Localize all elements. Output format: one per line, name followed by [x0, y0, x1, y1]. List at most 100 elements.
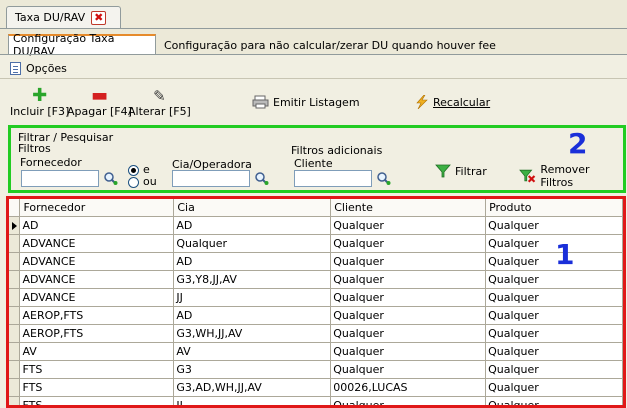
edit-icon: ✎ — [153, 87, 166, 105]
radio-ou[interactable] — [128, 177, 139, 188]
cell-cliente[interactable]: Qualquer — [330, 324, 487, 343]
cell-produto[interactable]: Qualquer — [485, 216, 623, 235]
cell-cia[interactable]: G3 — [173, 360, 332, 379]
alterar-button[interactable]: ✎ Alterar [F5] — [128, 87, 191, 118]
filtros-adicionais-label: Filtros adicionais — [291, 144, 383, 157]
row-indicator — [9, 252, 21, 271]
table-row[interactable]: ADVANCE Qualquer Qualquer Qualquer — [9, 234, 623, 253]
cell-fornecedor[interactable]: ADVANCE — [19, 234, 175, 253]
cliente-input[interactable] — [294, 170, 372, 187]
row-indicator — [9, 234, 21, 253]
cell-cia[interactable]: JJ — [173, 396, 332, 405]
tab-label: Configuração para não calcular/zerar DU … — [164, 38, 496, 52]
cell-produto[interactable]: Qualquer — [485, 270, 623, 289]
table-row[interactable]: AV AV Qualquer Qualquer — [9, 342, 623, 361]
incluir-button[interactable]: ✚ Incluir [F3] — [10, 85, 69, 119]
cell-fornecedor[interactable]: AV — [19, 342, 175, 361]
cell-cia[interactable]: AD — [173, 306, 332, 325]
cell-cliente[interactable]: Qualquer — [330, 234, 487, 253]
cell-cliente[interactable]: 00026,LUCAS — [330, 378, 487, 397]
cell-produto[interactable]: Qualquer — [485, 306, 623, 325]
apagar-button[interactable]: ▬ Apagar [F4] — [67, 87, 132, 119]
radio-e[interactable] — [128, 165, 139, 176]
cell-cia[interactable]: G3,WH,JJ,AV — [173, 324, 332, 343]
table-row[interactable]: ADVANCE JJ Qualquer Qualquer — [9, 288, 623, 307]
cell-produto[interactable]: Qualquer — [485, 396, 623, 405]
row-indicator — [9, 288, 21, 307]
cell-fornecedor[interactable]: AEROP,FTS — [19, 306, 175, 325]
emitir-listagem-button[interactable]: Emitir Listagem — [252, 95, 360, 109]
window-tab[interactable]: Taxa DU/RAV ✖ — [6, 6, 121, 28]
annotation-number-2: 2 — [568, 127, 588, 160]
cell-fornecedor[interactable]: FTS — [19, 378, 175, 397]
cell-cia[interactable]: AV — [173, 342, 332, 361]
cell-cliente[interactable]: Qualquer — [330, 216, 487, 235]
plus-icon: ✚ — [32, 85, 48, 106]
column-header-produto[interactable]: Produto — [485, 199, 623, 217]
cell-fornecedor[interactable]: AEROP,FTS — [19, 324, 175, 343]
filtros-label: Filtros — [18, 142, 51, 155]
cell-fornecedor[interactable]: ADVANCE — [19, 252, 175, 271]
remover-filtros-button[interactable]: Remover Filtros — [519, 163, 623, 189]
cell-cliente[interactable]: Qualquer — [330, 252, 487, 271]
cell-produto[interactable]: Qualquer — [485, 342, 623, 361]
column-header-cia[interactable]: Cia — [173, 199, 332, 217]
column-header-cliente[interactable]: Cliente — [330, 199, 487, 217]
search-icon[interactable] — [103, 171, 119, 187]
results-table: Fornecedor Cia Cliente Produto AD AD Qua… — [9, 199, 623, 405]
table-row[interactable]: FTS G3,AD,WH,JJ,AV 00026,LUCAS Qualquer — [9, 378, 623, 397]
apagar-label: Apagar [F4] — [67, 105, 132, 118]
cell-cia[interactable]: G3,Y8,JJ,AV — [173, 270, 332, 289]
filtrar-button[interactable]: Filtrar — [435, 163, 487, 179]
cell-fornecedor[interactable]: ADVANCE — [19, 270, 175, 289]
recalcular-button[interactable]: Recalcular — [414, 95, 490, 109]
funnel-icon — [435, 164, 451, 178]
column-header-fornecedor[interactable]: Fornecedor — [19, 199, 175, 217]
cell-cliente[interactable]: Qualquer — [330, 360, 487, 379]
table-row[interactable]: AD AD Qualquer Qualquer — [9, 216, 623, 235]
cell-cia[interactable]: Qualquer — [173, 234, 332, 253]
cell-cliente[interactable]: Qualquer — [330, 342, 487, 361]
cell-fornecedor[interactable]: ADVANCE — [19, 288, 175, 307]
cell-produto[interactable]: Qualquer — [485, 360, 623, 379]
tab-configuracao-taxa[interactable]: Configuração Taxa DU/RAV — [8, 32, 156, 58]
cell-cliente[interactable]: Qualquer — [330, 396, 487, 405]
cia-input[interactable] — [172, 170, 250, 187]
filtrar-label: Filtrar — [455, 164, 487, 178]
results-grid: Fornecedor Cia Cliente Produto AD AD Qua… — [6, 196, 626, 408]
cell-cliente[interactable]: Qualquer — [330, 306, 487, 325]
cell-fornecedor[interactable]: AD — [19, 216, 175, 235]
inner-tab-divider — [0, 54, 627, 55]
row-indicator — [9, 324, 21, 343]
cell-cia[interactable]: G3,AD,WH,JJ,AV — [173, 378, 332, 397]
lightning-icon — [416, 95, 428, 109]
table-row[interactable]: FTS G3 Qualquer Qualquer — [9, 360, 623, 379]
cell-cliente[interactable]: Qualquer — [330, 288, 487, 307]
cell-cia[interactable]: AD — [173, 216, 332, 235]
table-row[interactable]: ADVANCE G3,Y8,JJ,AV Qualquer Qualquer — [9, 270, 623, 289]
row-indicator — [9, 396, 21, 405]
close-icon[interactable]: ✖ — [91, 10, 107, 25]
cell-fornecedor[interactable]: FTS — [19, 360, 175, 379]
document-icon — [10, 61, 21, 75]
search-icon[interactable] — [254, 171, 270, 187]
emitir-label: Emitir Listagem — [273, 95, 360, 109]
printer-icon — [252, 95, 269, 109]
remove-filter-icon — [519, 169, 536, 183]
cell-cliente[interactable]: Qualquer — [330, 270, 487, 289]
table-row[interactable]: FTS JJ Qualquer Qualquer — [9, 396, 623, 405]
fornecedor-input[interactable] — [21, 170, 99, 187]
tab-configuracao-fee[interactable]: Configuração para não calcular/zerar DU … — [160, 36, 496, 54]
cell-fornecedor[interactable]: FTS — [19, 396, 175, 405]
cell-cia[interactable]: JJ — [173, 288, 332, 307]
cell-produto[interactable]: Qualquer — [485, 378, 623, 397]
table-row[interactable]: ADVANCE AD Qualquer Qualquer — [9, 252, 623, 271]
cell-produto[interactable]: Qualquer — [485, 324, 623, 343]
search-icon[interactable] — [376, 171, 392, 187]
cell-cia[interactable]: AD — [173, 252, 332, 271]
table-row[interactable]: AEROP,FTS AD Qualquer Qualquer — [9, 306, 623, 325]
cell-produto[interactable]: Qualquer — [485, 288, 623, 307]
opcoes-menu[interactable]: Opções — [10, 60, 67, 76]
row-indicator — [9, 216, 21, 235]
table-row[interactable]: AEROP,FTS G3,WH,JJ,AV Qualquer Qualquer — [9, 324, 623, 343]
